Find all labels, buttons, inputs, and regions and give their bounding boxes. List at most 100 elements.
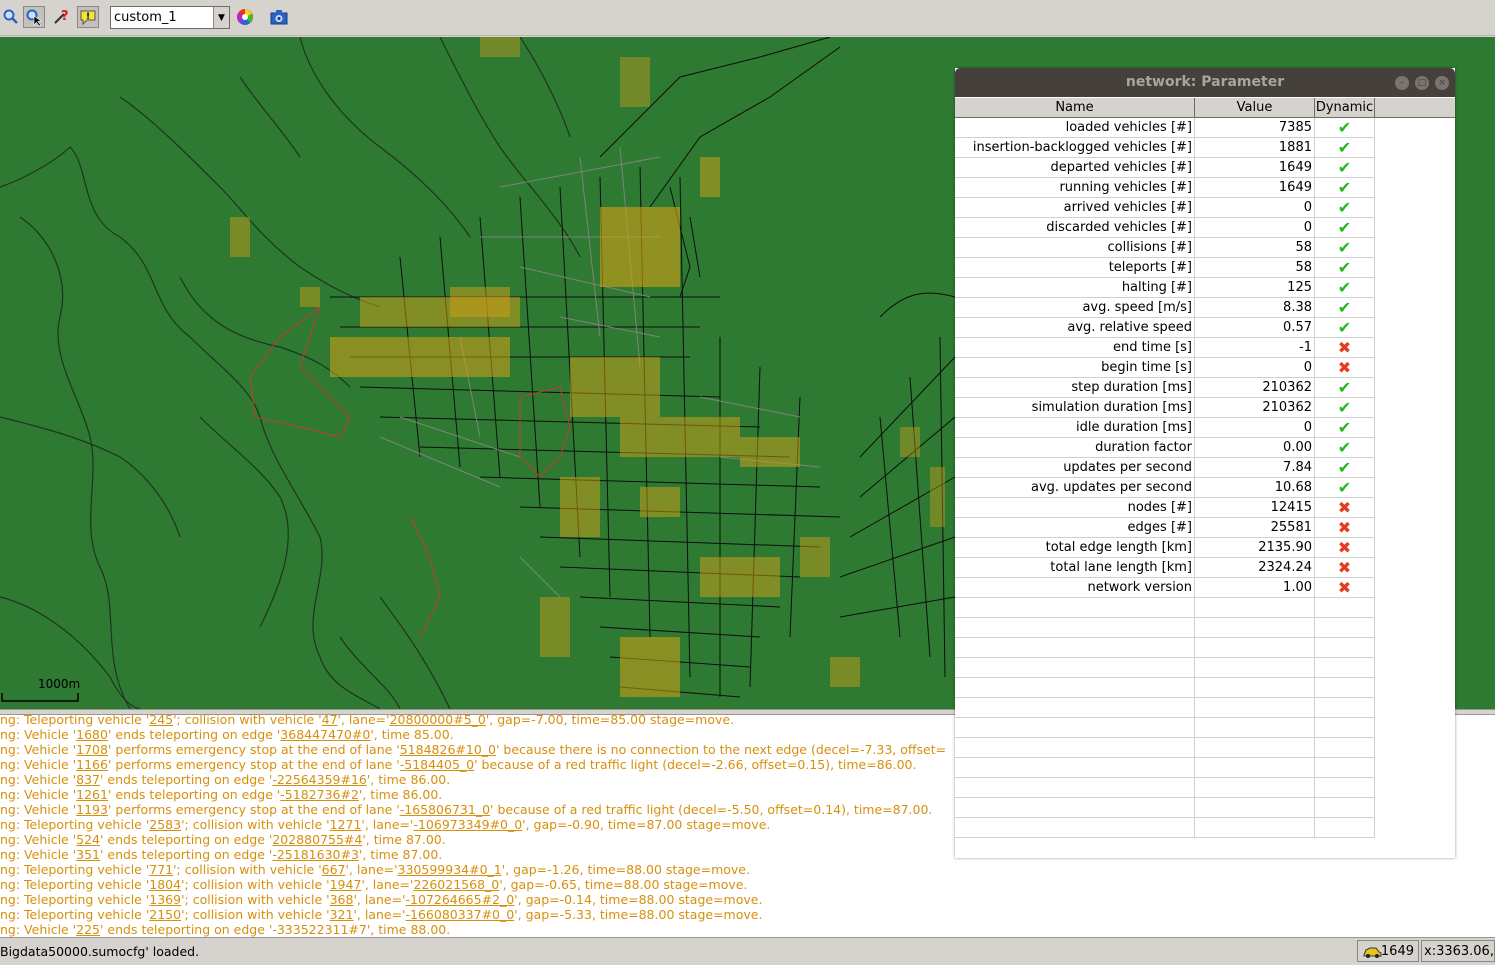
param-dynamic: ✖ [1315, 558, 1375, 578]
log-link[interactable]: 321 [330, 907, 354, 922]
minimize-icon[interactable]: – [1395, 76, 1409, 90]
dialog-titlebar[interactable]: network: Parameter [955, 68, 1455, 97]
log-link[interactable]: 524 [76, 832, 100, 847]
column-header-value[interactable]: Value [1195, 98, 1315, 118]
log-text: ' performs emergency stop at the end of … [107, 757, 400, 772]
log-link[interactable]: -165806731_0 [400, 802, 490, 817]
table-row[interactable]: idle duration [ms] 0 ✔ [955, 418, 1375, 438]
table-row[interactable] [955, 678, 1375, 698]
table-row[interactable]: updates per second 7.84 ✔ [955, 458, 1375, 478]
table-row[interactable]: insertion-backlogged vehicles [#] 1881 ✔ [955, 138, 1375, 158]
log-link[interactable]: -106973349#0_0 [413, 817, 522, 832]
log-link[interactable]: -107264665#2_0 [406, 892, 515, 907]
check-icon: ✔ [1337, 418, 1352, 437]
param-name [955, 718, 1195, 738]
color-wheel-icon[interactable] [234, 6, 256, 28]
table-row[interactable]: collisions [#] 58 ✔ [955, 238, 1375, 258]
locate-icon[interactable] [0, 6, 22, 28]
table-row[interactable]: halting [#] 125 ✔ [955, 278, 1375, 298]
table-row[interactable]: edges [#] 25581 ✖ [955, 518, 1375, 538]
table-row[interactable] [955, 758, 1375, 778]
table-row[interactable]: loaded vehicles [#] 7385 ✔ [955, 118, 1375, 138]
column-header-name[interactable]: Name [955, 98, 1195, 118]
log-link[interactable]: -5182736#2 [280, 787, 359, 802]
color-scheme-select[interactable]: custom_1 ▼ [110, 6, 230, 29]
log-link[interactable]: 351 [76, 847, 100, 862]
log-link[interactable]: 245 [149, 715, 173, 727]
table-row[interactable] [955, 638, 1375, 658]
log-link[interactable]: 20800000#5_0 [390, 715, 486, 727]
log-link[interactable]: 1271 [330, 817, 362, 832]
param-dynamic: ✖ [1315, 498, 1375, 518]
close-icon[interactable]: × [1435, 76, 1449, 90]
table-row[interactable] [955, 818, 1375, 838]
table-row[interactable]: teleports [#] 58 ✔ [955, 258, 1375, 278]
log-link[interactable]: 5184826#10_0 [400, 742, 496, 757]
log-link[interactable]: 837 [76, 772, 100, 787]
log-link[interactable]: 2583 [149, 817, 181, 832]
table-row[interactable]: begin time [s] 0 ✖ [955, 358, 1375, 378]
table-row[interactable]: avg. updates per second 10.68 ✔ [955, 478, 1375, 498]
table-row[interactable]: step duration [ms] 210362 ✔ [955, 378, 1375, 398]
table-row[interactable]: avg. relative speed 0.57 ✔ [955, 318, 1375, 338]
log-link[interactable]: -25181630#3 [272, 847, 359, 862]
param-value: 0.57 [1195, 318, 1315, 338]
table-row[interactable]: discarded vehicles [#] 0 ✔ [955, 218, 1375, 238]
maximize-icon[interactable]: □ [1415, 76, 1429, 90]
log-link[interactable]: 2150 [149, 907, 181, 922]
log-link[interactable]: -5184405_0 [400, 757, 474, 772]
log-link[interactable]: 667 [322, 862, 346, 877]
param-name [955, 778, 1195, 798]
table-row[interactable]: departed vehicles [#] 1649 ✔ [955, 158, 1375, 178]
table-row[interactable] [955, 618, 1375, 638]
param-dynamic: ✔ [1315, 258, 1375, 278]
table-row[interactable] [955, 778, 1375, 798]
log-link[interactable]: 1947 [330, 877, 362, 892]
log-link[interactable]: 1804 [149, 877, 181, 892]
table-row[interactable]: network version 1.00 ✖ [955, 578, 1375, 598]
table-row[interactable]: nodes [#] 12415 ✖ [955, 498, 1375, 518]
log-link[interactable]: 1369 [149, 892, 181, 907]
table-row[interactable] [955, 598, 1375, 618]
table-row[interactable]: end time [s] -1 ✖ [955, 338, 1375, 358]
log-link[interactable]: 47 [322, 715, 338, 727]
log-link[interactable]: -166080337#0_0 [406, 907, 515, 922]
table-row[interactable] [955, 718, 1375, 738]
log-link[interactable]: 368447470#0 [280, 727, 370, 742]
log-link[interactable]: 1166 [76, 757, 108, 772]
log-text: '; collision with vehicle ' [173, 862, 322, 877]
column-header-dynamic[interactable]: Dynamic [1315, 98, 1375, 118]
log-link[interactable]: -22564359#16 [272, 772, 367, 787]
log-link[interactable]: 226021568_0 [413, 877, 499, 892]
log-link[interactable]: 1680 [76, 727, 108, 742]
log-link[interactable]: 771 [149, 862, 173, 877]
log-link[interactable]: 330599934#0_1 [398, 862, 502, 877]
log-link[interactable]: 1193 [76, 802, 108, 817]
chevron-down-icon[interactable]: ▼ [213, 7, 229, 28]
table-row[interactable]: running vehicles [#] 1649 ✔ [955, 178, 1375, 198]
param-name: network version [955, 578, 1195, 598]
log-link[interactable]: 1261 [76, 787, 108, 802]
log-link[interactable]: 202880755#4 [272, 832, 362, 847]
select-icon[interactable] [23, 6, 45, 28]
param-value: 7385 [1195, 118, 1315, 138]
vehicle-count-indicator[interactable]: 1649 [1357, 940, 1419, 962]
table-row[interactable]: duration factor 0.00 ✔ [955, 438, 1375, 458]
log-link[interactable]: 1708 [76, 742, 108, 757]
table-row[interactable] [955, 798, 1375, 818]
log-text: ng: Vehicle ' [0, 757, 77, 772]
table-row[interactable]: total edge length [km] 2135.90 ✖ [955, 538, 1375, 558]
camera-icon[interactable] [268, 6, 290, 28]
help-icon[interactable]: ? [50, 6, 72, 28]
log-link[interactable]: 225 [76, 922, 100, 937]
tooltip-icon[interactable]: ! [77, 6, 99, 28]
table-row[interactable] [955, 698, 1375, 718]
table-row[interactable]: simulation duration [ms] 210362 ✔ [955, 398, 1375, 418]
table-row[interactable]: arrived vehicles [#] 0 ✔ [955, 198, 1375, 218]
table-row[interactable] [955, 658, 1375, 678]
log-link[interactable]: 368 [330, 892, 354, 907]
table-row[interactable]: avg. speed [m/s] 8.38 ✔ [955, 298, 1375, 318]
log-text: ' ends teleporting on edge ' [107, 787, 281, 802]
table-row[interactable]: total lane length [km] 2324.24 ✖ [955, 558, 1375, 578]
table-row[interactable] [955, 738, 1375, 758]
